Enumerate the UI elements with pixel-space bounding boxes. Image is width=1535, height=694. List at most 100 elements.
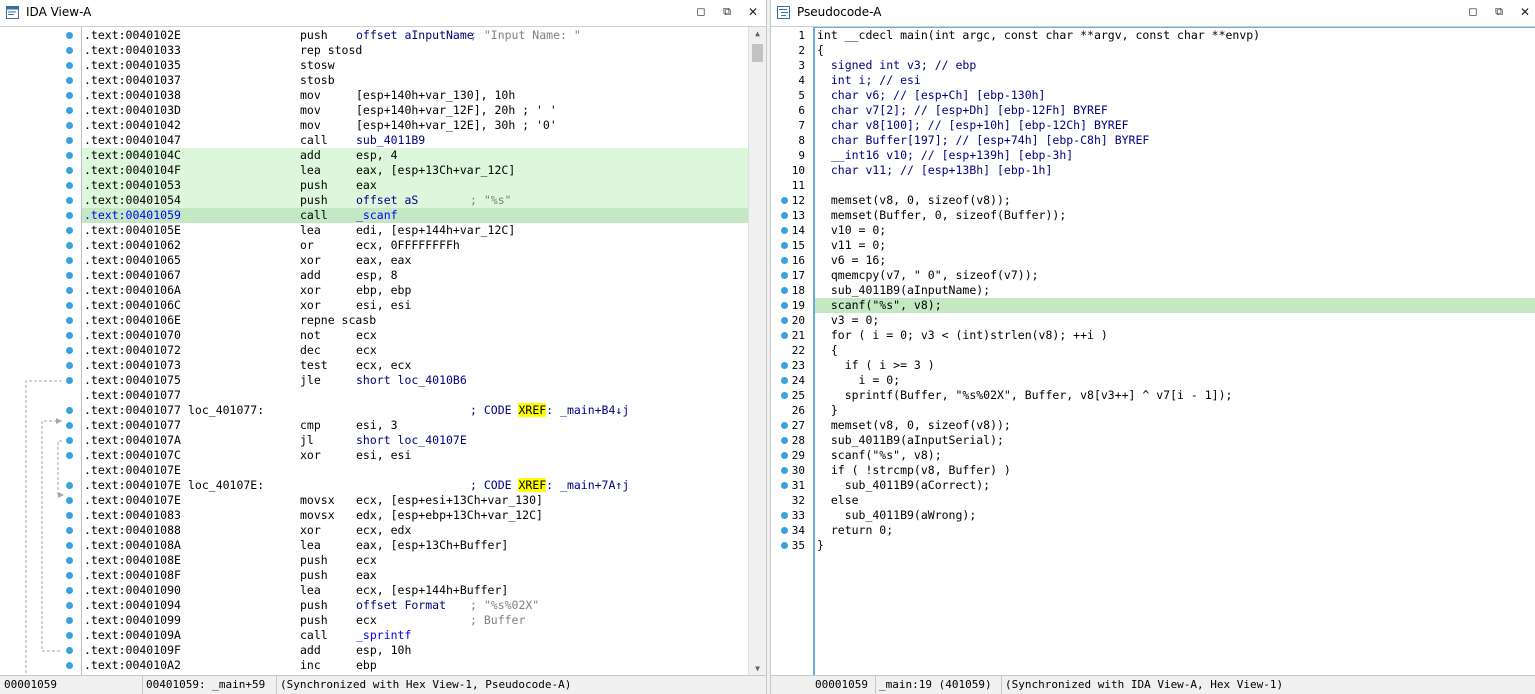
disassembly-listing[interactable]: .text:0040102E push offset aInputName; "In…	[81, 27, 748, 676]
operand[interactable]: esi, esi	[356, 448, 411, 463]
disasm-line[interactable]: .text:0040107E	[82, 463, 748, 478]
breakpoint-dot-icon[interactable]	[66, 167, 73, 174]
breakpoint-dot-icon[interactable]	[66, 197, 73, 204]
disasm-line[interactable]: .text:0040108E push ecx	[82, 553, 748, 568]
disasm-line[interactable]: .text:0040108F push eax	[82, 568, 748, 583]
operand[interactable]: eax	[356, 568, 377, 583]
breakpoint-dot-icon[interactable]	[66, 617, 73, 624]
ida-view-pane[interactable]: IDA View-A ◻ ⧉ ✕ .text:0040102E push offse…	[0, 0, 767, 694]
disasm-line[interactable]: .text:00401077	[82, 388, 748, 403]
breakpoint-dot-icon[interactable]	[66, 182, 73, 189]
disasm-line[interactable]: .text:0040107C xor esi, esi	[82, 448, 748, 463]
disasm-line[interactable]: .text:00401090 lea ecx, [esp+144h+Buffer]	[82, 583, 748, 598]
pseudocode-line[interactable]: qmemcpy(v7, " 0", sizeof(v7));	[815, 268, 1535, 283]
disasm-line[interactable]: .text:00401037 stosb	[82, 73, 748, 88]
disasm-line[interactable]: .text:00401083 movsx edx, [esp+ebp+13Ch+va…	[82, 508, 748, 523]
disasm-line[interactable]: .text:00401059 call _scanf	[82, 208, 748, 223]
disasm-line[interactable]: .text:00401047 call sub_4011B9	[82, 133, 748, 148]
breakpoint-dot-icon[interactable]	[66, 587, 73, 594]
disasm-line[interactable]: .text:00401077 loc_401077: ; CODE XREF: _m…	[82, 403, 748, 418]
breakpoint-dot-icon[interactable]	[66, 62, 73, 69]
pseudocode-line[interactable]: {	[815, 43, 1535, 58]
disasm-line[interactable]: .text:0040107E loc_40107E: ; CODE XREF: _m…	[82, 478, 748, 493]
operand[interactable]: short loc_4010B6	[356, 373, 467, 388]
pseudocode-line[interactable]: v6 = 16;	[815, 253, 1535, 268]
disasm-line[interactable]: .text:00401038 mov [esp+140h+var_130], 10h	[82, 88, 748, 103]
operand[interactable]: _scanf	[356, 208, 398, 223]
disasm-line[interactable]: .text:00401088 xor ecx, edx	[82, 523, 748, 538]
pseudocode-line[interactable]: char v8[100]; // [esp+10h] [ebp-12Ch] BY…	[815, 118, 1535, 133]
operand[interactable]: ecx	[356, 613, 377, 628]
breakpoint-dot-icon[interactable]	[66, 542, 73, 549]
breakpoint-dot-icon[interactable]	[781, 392, 788, 399]
disasm-line[interactable]: .text:00401053 push eax	[82, 178, 748, 193]
operand[interactable]: offset Format	[356, 598, 446, 613]
operand[interactable]: ecx, ecx	[356, 358, 411, 373]
disasm-line[interactable]: .text:00401075 jle short loc_4010B6	[82, 373, 748, 388]
breakpoint-dot-icon[interactable]	[781, 482, 788, 489]
operand[interactable]: eax, [esp+13Ch+var_12C]	[356, 163, 515, 178]
breakpoint-dot-icon[interactable]	[781, 257, 788, 264]
scroll-down-icon[interactable]: ▼	[749, 662, 766, 676]
operand[interactable]: offset aS	[356, 193, 418, 208]
operand[interactable]: esi, esi	[356, 298, 411, 313]
operand[interactable]: [esp+140h+var_12F], 20h ; ' '	[356, 103, 557, 118]
pseudocode-line[interactable]: memset(v8, 0, sizeof(v8));	[815, 193, 1535, 208]
pseudocode-view[interactable]: 1 2 3 4 5 6 7 8 9 10 11 12 13 14 15 16 17 18 19 20 21 22 23 24 2…	[771, 27, 1535, 676]
close-icon[interactable]: ✕	[1517, 4, 1533, 20]
breakpoint-dot-icon[interactable]	[781, 542, 788, 549]
breakpoint-dot-icon[interactable]	[66, 452, 73, 459]
operand[interactable]: esp, 8	[356, 268, 398, 283]
breakpoint-dot-icon[interactable]	[66, 287, 73, 294]
disasm-line[interactable]: .text:0040109F add esp, 10h	[82, 643, 748, 658]
pseudocode-line[interactable]: char v6; // [esp+Ch] [ebp-130h]	[815, 88, 1535, 103]
disasm-line[interactable]: .text:0040106A xor ebp, ebp	[82, 283, 748, 298]
float-icon[interactable]: ⧉	[719, 4, 735, 20]
breakpoint-dot-icon[interactable]	[781, 212, 788, 219]
breakpoint-dot-icon[interactable]	[781, 197, 788, 204]
operand[interactable]: _sprintf	[356, 628, 411, 643]
breakpoint-dot-icon[interactable]	[66, 572, 73, 579]
operand[interactable]: edx, [esp+ebp+13Ch+var_12C]	[356, 508, 543, 523]
pseudocode-line[interactable]: signed int v3; // ebp	[815, 58, 1535, 73]
breakpoint-dot-icon[interactable]	[66, 257, 73, 264]
pseudocode-line[interactable]: v3 = 0;	[815, 313, 1535, 328]
operand[interactable]: ebp	[356, 658, 377, 673]
disasm-line[interactable]: .text:00401065 xor eax, eax	[82, 253, 748, 268]
pseudocode-line[interactable]: v10 = 0;	[815, 223, 1535, 238]
pseudocode-line[interactable]: char Buffer[197]; // [esp+74h] [ebp-C8h]…	[815, 133, 1535, 148]
breakpoint-dot-icon[interactable]	[781, 272, 788, 279]
operand[interactable]: eax	[356, 178, 377, 193]
disasm-line[interactable]: .text:00401099 push ecx ; Buffer	[82, 613, 748, 628]
breakpoint-dot-icon[interactable]	[66, 272, 73, 279]
disasm-line[interactable]: .text:00401094 push offset Format ; "%s%02X…	[82, 598, 748, 613]
pseudocode-line[interactable]: sprintf(Buffer, "%s%02X", Buffer, v8[v3+…	[815, 388, 1535, 403]
pseudocode-line[interactable]: v11 = 0;	[815, 238, 1535, 253]
breakpoint-dot-icon[interactable]	[66, 512, 73, 519]
disasm-line[interactable]: .text:0040107E movsx ecx, [esp+esi+13Ch+va…	[82, 493, 748, 508]
pseudocode-titlebar[interactable]: Pseudocode-A ◻ ⧉ ✕	[771, 0, 1535, 27]
breakpoint-dot-icon[interactable]	[781, 362, 788, 369]
breakpoint-dot-icon[interactable]	[781, 467, 788, 474]
breakpoint-dot-icon[interactable]	[66, 557, 73, 564]
scroll-up-icon[interactable]: ▲	[749, 27, 766, 41]
operand[interactable]: ecx, [esp+144h+Buffer]	[356, 583, 508, 598]
operand[interactable]: ecx	[356, 553, 377, 568]
operand[interactable]: ebp, ebp	[356, 283, 411, 298]
pseudocode-line[interactable]: int i; // esi	[815, 73, 1535, 88]
breakpoint-dot-icon[interactable]	[781, 452, 788, 459]
breakpoint-dot-icon[interactable]	[66, 317, 73, 324]
breakpoint-dot-icon[interactable]	[66, 332, 73, 339]
breakpoint-dot-icon[interactable]	[781, 227, 788, 234]
operand[interactable]: short loc_40107E	[356, 433, 467, 448]
breakpoint-dot-icon[interactable]	[66, 437, 73, 444]
disasm-line[interactable]: .text:0040103D mov [esp+140h+var_12F], 20h…	[82, 103, 748, 118]
operand[interactable]: ecx	[356, 343, 377, 358]
restore-icon[interactable]: ◻	[693, 4, 709, 20]
pseudocode-line[interactable]	[815, 178, 1535, 193]
operand[interactable]: esi, 3	[356, 418, 398, 433]
disasm-line[interactable]: .text:0040105E lea edi, [esp+144h+var_12C]	[82, 223, 748, 238]
operand[interactable]: [esp+140h+var_12E], 30h ; '0'	[356, 118, 557, 133]
breakpoint-dot-icon[interactable]	[66, 602, 73, 609]
operand[interactable]: esp, 4	[356, 148, 398, 163]
